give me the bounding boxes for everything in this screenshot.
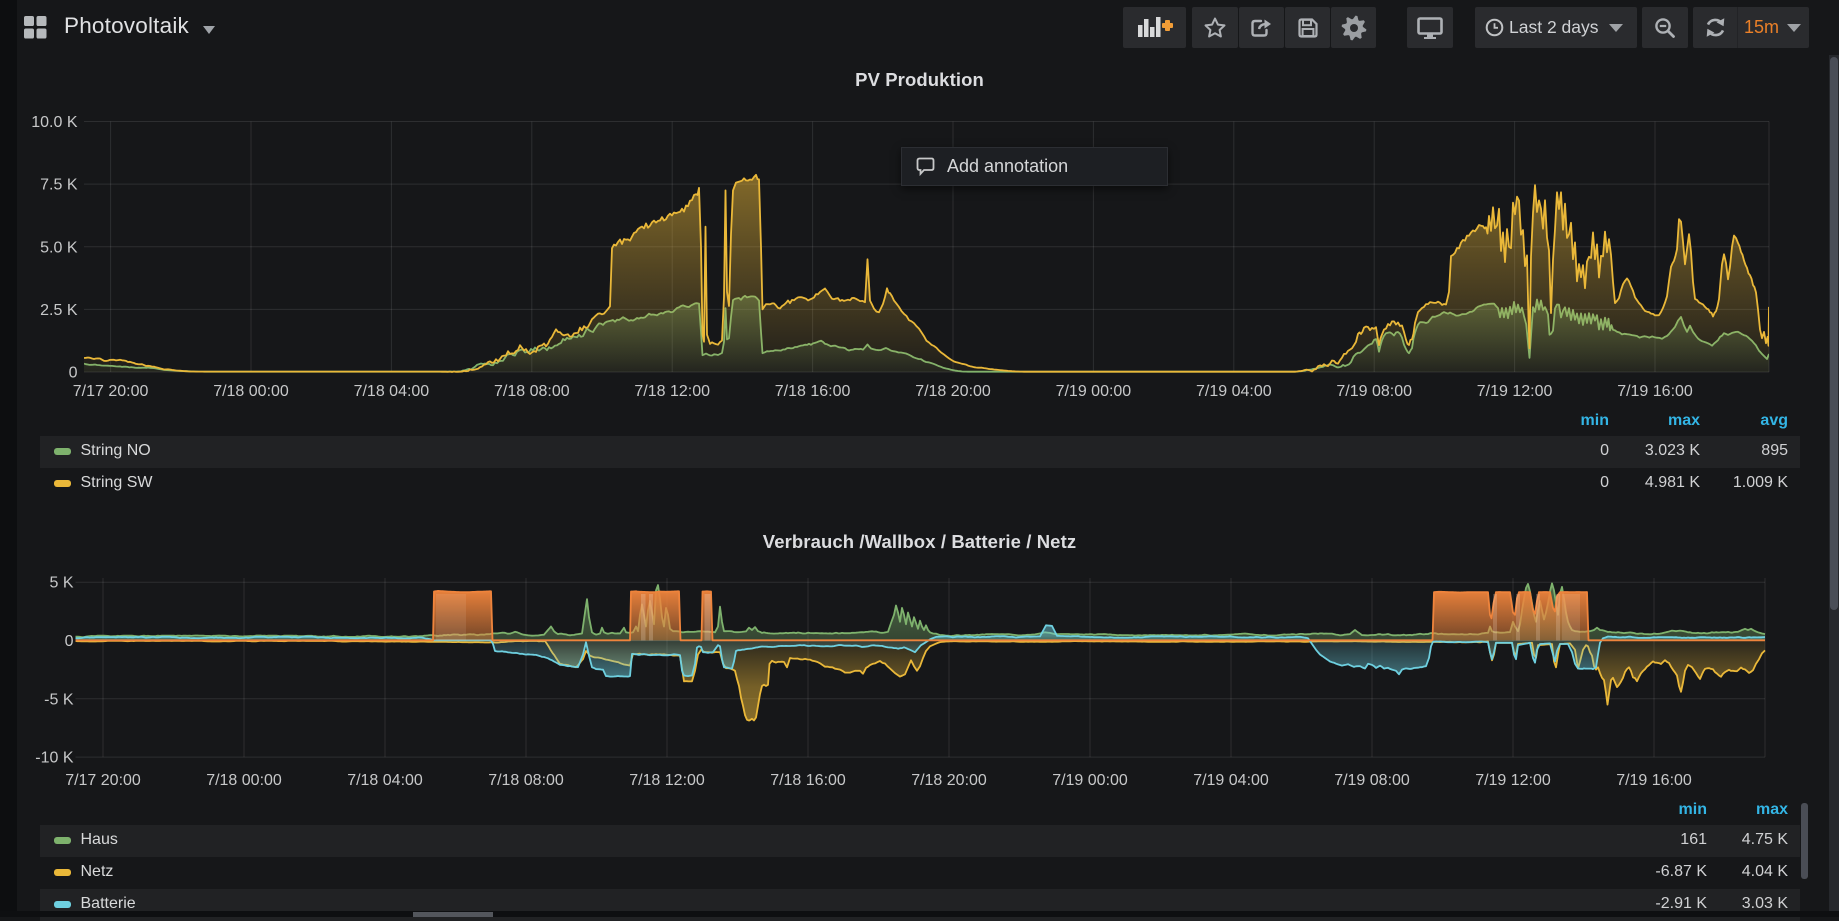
svg-text:0: 0 xyxy=(69,365,78,382)
svg-text:10.0 K: 10.0 K xyxy=(31,114,78,131)
svg-text:7/19 04:00: 7/19 04:00 xyxy=(1193,772,1269,789)
svg-text:-5 K: -5 K xyxy=(44,691,74,708)
svg-text:7/19 16:00: 7/19 16:00 xyxy=(1617,383,1693,400)
svg-text:7/18 20:00: 7/18 20:00 xyxy=(915,383,991,400)
svg-text:7/19 04:00: 7/19 04:00 xyxy=(1196,383,1272,400)
svg-text:5.0 K: 5.0 K xyxy=(40,239,78,256)
svg-text:7/19 12:00: 7/19 12:00 xyxy=(1475,772,1551,789)
svg-text:7/19 08:00: 7/19 08:00 xyxy=(1336,383,1412,400)
svg-text:7/19 12:00: 7/19 12:00 xyxy=(1477,383,1553,400)
svg-text:7/18 08:00: 7/18 08:00 xyxy=(494,383,570,400)
svg-text:7/19 16:00: 7/19 16:00 xyxy=(1616,772,1692,789)
svg-text:7/18 04:00: 7/18 04:00 xyxy=(354,383,430,400)
svg-text:7/18 12:00: 7/18 12:00 xyxy=(634,383,710,400)
svg-text:7/17 20:00: 7/17 20:00 xyxy=(65,772,141,789)
svg-text:7/17 20:00: 7/17 20:00 xyxy=(73,383,149,400)
svg-text:7/18 04:00: 7/18 04:00 xyxy=(347,772,423,789)
svg-text:7/19 08:00: 7/19 08:00 xyxy=(1334,772,1410,789)
svg-text:0: 0 xyxy=(65,633,74,650)
svg-text:7/18 20:00: 7/18 20:00 xyxy=(911,772,987,789)
svg-text:-10 K: -10 K xyxy=(35,750,74,767)
svg-text:2.5 K: 2.5 K xyxy=(40,302,78,319)
svg-text:7.5 K: 7.5 K xyxy=(40,177,78,194)
svg-text:7/18 12:00: 7/18 12:00 xyxy=(629,772,705,789)
svg-text:7/18 00:00: 7/18 00:00 xyxy=(206,772,282,789)
svg-text:7/19 00:00: 7/19 00:00 xyxy=(1052,772,1128,789)
svg-text:7/18 16:00: 7/18 16:00 xyxy=(775,383,851,400)
svg-text:7/18 16:00: 7/18 16:00 xyxy=(770,772,846,789)
svg-text:7/18 08:00: 7/18 08:00 xyxy=(488,772,564,789)
svg-text:7/19 00:00: 7/19 00:00 xyxy=(1056,383,1132,400)
svg-text:5 K: 5 K xyxy=(49,575,73,592)
svg-text:7/18 00:00: 7/18 00:00 xyxy=(213,383,289,400)
